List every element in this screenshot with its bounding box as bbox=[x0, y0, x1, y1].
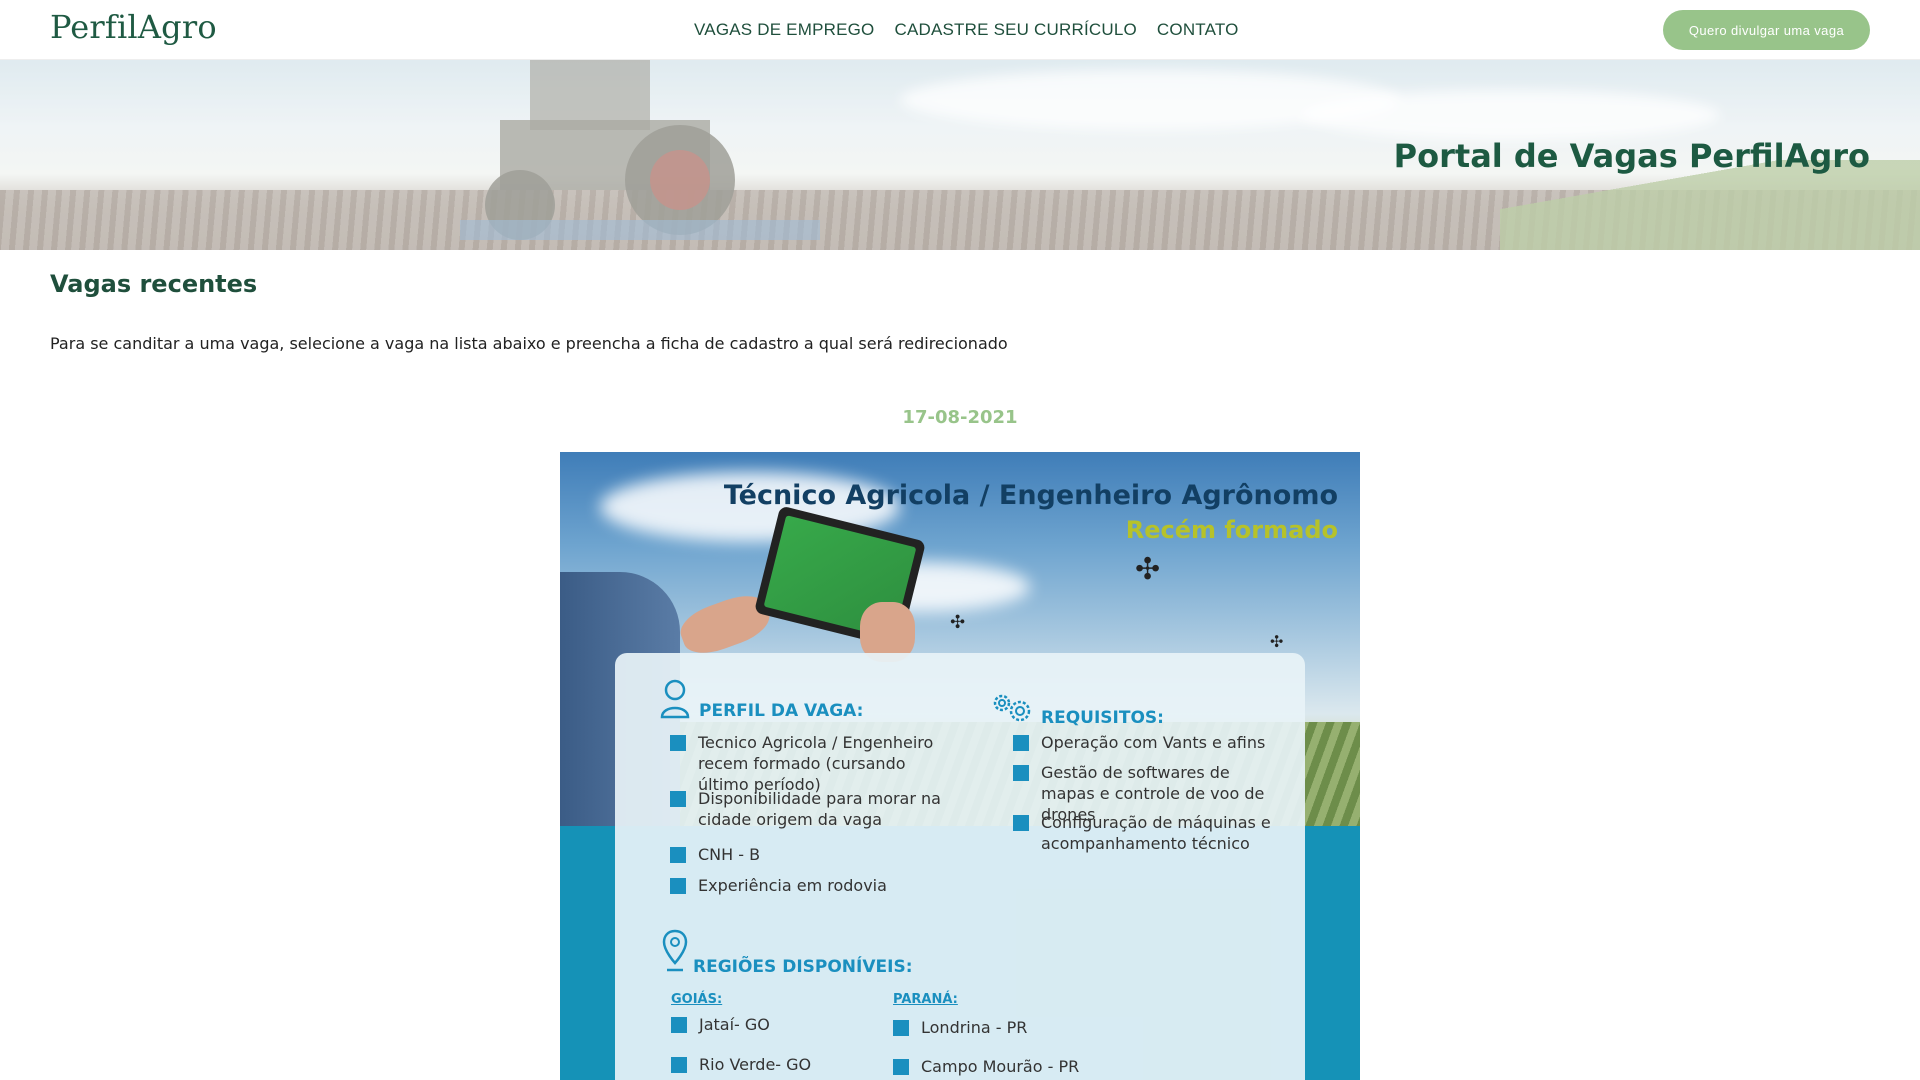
hero-banner: Portal de Vagas PerfilAgro bbox=[0, 60, 1920, 250]
profile-item: CNH - B bbox=[670, 845, 960, 866]
region-item: Londrina - PR bbox=[893, 1018, 1143, 1039]
region-item: Jataí- GO bbox=[671, 1015, 871, 1036]
site-logo[interactable]: PerfilAgro bbox=[50, 8, 217, 46]
region-parana-label: PARANÁ: bbox=[893, 992, 958, 1007]
job-flyer-image[interactable]: ✣ ✣ ✣ Técnico Agricola / Engenheiro Agrô… bbox=[560, 452, 1360, 1080]
bullet-square-icon bbox=[670, 735, 686, 751]
intro-text: Para se canditar a uma vaga, selecione a… bbox=[50, 334, 1008, 353]
bullet-square-icon bbox=[670, 791, 686, 807]
profile-item: Tecnico Agricola / Engenheiro recem form… bbox=[670, 733, 960, 795]
user-icon bbox=[660, 679, 690, 719]
tractor-image bbox=[460, 60, 820, 240]
hero-title: Portal de Vagas PerfilAgro bbox=[1393, 137, 1870, 175]
job-details-card: PERFIL DA VAGA: Tecnico Agricola / Engen… bbox=[615, 653, 1305, 1080]
nav-link-vagas[interactable]: VAGAS DE EMPREGO bbox=[694, 20, 874, 40]
drone-icon: ✣ bbox=[1270, 632, 1284, 651]
drone-icon: ✣ bbox=[1135, 552, 1161, 587]
drone-icon: ✣ bbox=[950, 612, 966, 633]
requirement-item: Operação com Vants e afins bbox=[1013, 733, 1283, 754]
requirements-heading: REQUISITOS: bbox=[1041, 708, 1164, 728]
map-pin-icon bbox=[662, 929, 688, 972]
bullet-square-icon bbox=[1013, 815, 1029, 831]
bullet-square-icon bbox=[670, 847, 686, 863]
main-nav: VAGAS DE EMPREGO CADASTRE SEU CURRÍCULO … bbox=[694, 20, 1239, 40]
section-title: Vagas recentes bbox=[50, 270, 258, 298]
profile-item: Experiência em rodovia bbox=[670, 876, 960, 897]
cloud-decoration bbox=[900, 70, 1400, 130]
profile-heading: PERFIL DA VAGA: bbox=[699, 701, 864, 721]
cloud-decoration bbox=[1300, 90, 1720, 140]
region-item: Rio Verde- GO bbox=[671, 1055, 871, 1076]
bullet-square-icon bbox=[1013, 765, 1029, 781]
post-date: 17-08-2021 bbox=[902, 407, 1018, 428]
bullet-square-icon bbox=[671, 1057, 687, 1073]
gears-icon bbox=[993, 694, 1031, 722]
bullet-square-icon bbox=[670, 878, 686, 894]
nav-link-cadastre[interactable]: CADASTRE SEU CURRÍCULO bbox=[894, 20, 1136, 40]
flyer-subtitle: Recém formado bbox=[1125, 516, 1338, 544]
bullet-square-icon bbox=[1013, 735, 1029, 751]
region-item: Campo Mourão - PR bbox=[893, 1057, 1143, 1078]
bullet-square-icon bbox=[893, 1020, 909, 1036]
nav-link-contato[interactable]: CONTATO bbox=[1157, 20, 1239, 40]
regions-heading: REGIÕES DISPONÍVEIS: bbox=[693, 957, 913, 977]
region-goias-label: GOIÁS: bbox=[671, 992, 723, 1007]
bullet-square-icon bbox=[671, 1017, 687, 1033]
profile-item: Disponibilidade para morar na cidade ori… bbox=[670, 789, 960, 831]
requirement-item: Configuração de máquinas e acompanhament… bbox=[1013, 813, 1283, 855]
bullet-square-icon bbox=[893, 1059, 909, 1075]
flyer-title: Técnico Agricola / Engenheiro Agrônomo bbox=[723, 480, 1338, 511]
top-navbar: PerfilAgro VAGAS DE EMPREGO CADASTRE SEU… bbox=[0, 0, 1920, 60]
publish-job-button[interactable]: Quero divulgar uma vaga bbox=[1663, 10, 1870, 50]
hero-field-image bbox=[0, 190, 1920, 250]
